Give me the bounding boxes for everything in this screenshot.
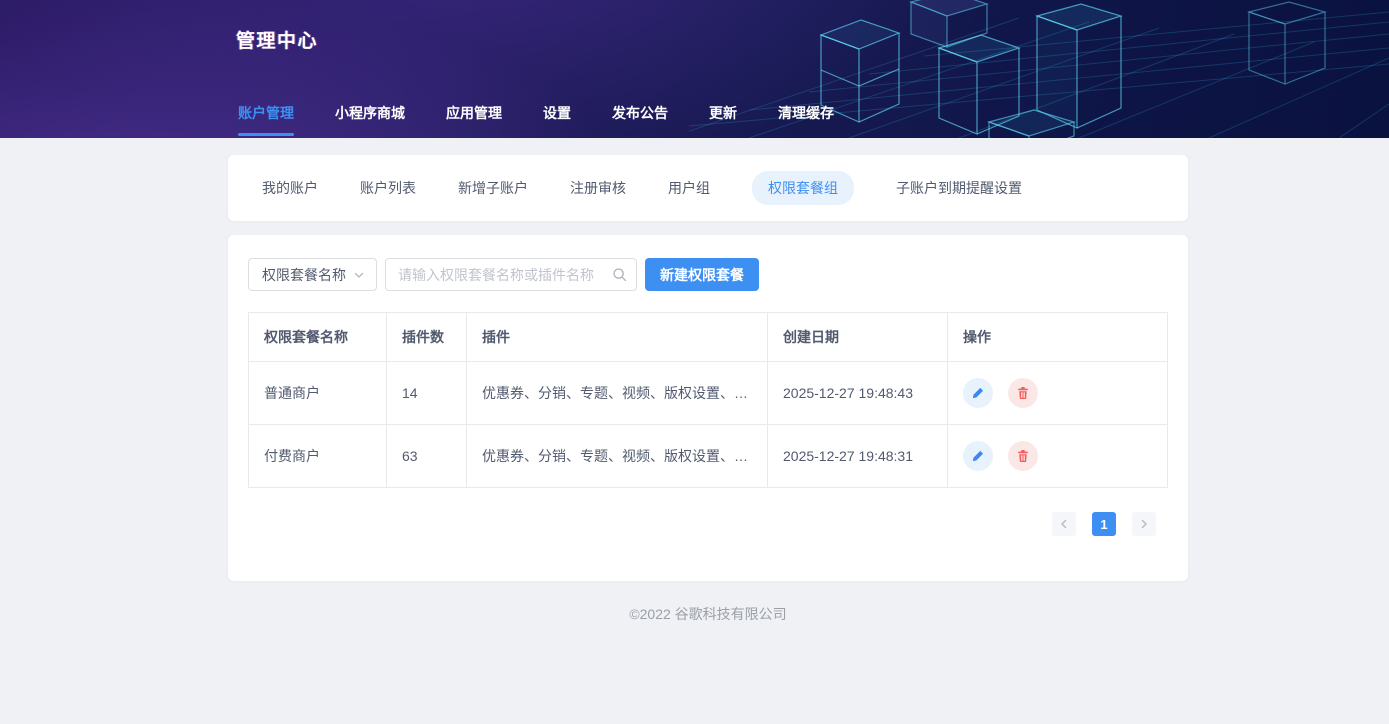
edit-button[interactable] (963, 441, 993, 471)
edit-icon (971, 449, 985, 463)
search-field-select-value: 权限套餐名称 (262, 265, 346, 285)
cell-plugin-count: 63 (387, 425, 467, 488)
nav-item-settings[interactable]: 设置 (543, 103, 571, 136)
nav-item-announcement[interactable]: 发布公告 (612, 103, 668, 136)
subnav-item-my-account[interactable]: 我的账户 (262, 178, 318, 198)
permission-package-panel: 权限套餐名称 新建权限套餐 权限套餐名称 插件数 插件 (228, 235, 1188, 581)
cube-far-right (1249, 2, 1325, 84)
nav-item-account-management[interactable]: 账户管理 (238, 103, 294, 136)
page-title: 管理中心 (236, 26, 318, 53)
search-input[interactable] (385, 258, 637, 291)
chevron-down-icon (353, 269, 365, 281)
column-header-created-date: 创建日期 (768, 313, 948, 362)
column-header-plugin-count: 插件数 (387, 313, 467, 362)
cell-package-name: 普通商户 (249, 362, 387, 425)
permission-package-table: 权限套餐名称 插件数 插件 创建日期 操作 普通商户 14 优惠券、分销、专题、… (248, 312, 1168, 488)
pagination: 1 (248, 512, 1156, 536)
subnav-item-user-group[interactable]: 用户组 (668, 178, 710, 198)
cube-small-top (911, 0, 987, 47)
subnav-item-add-subaccount[interactable]: 新增子账户 (458, 178, 528, 198)
cell-package-name: 付费商户 (249, 425, 387, 488)
pagination-page-1[interactable]: 1 (1092, 512, 1116, 536)
search-icon[interactable] (612, 267, 627, 282)
search-box (385, 258, 637, 291)
secondary-nav: 我的账户 账户列表 新增子账户 注册审核 用户组 权限套餐组 子账户到期提醒设置 (228, 155, 1188, 221)
delete-button[interactable] (1008, 441, 1038, 471)
column-header-plugins: 插件 (467, 313, 768, 362)
copyright-text: ©2022 谷歌科技有限公司 (228, 604, 1188, 624)
subnav-item-subaccount-expiry-reminder[interactable]: 子账户到期提醒设置 (896, 178, 1022, 198)
nav-item-update[interactable]: 更新 (709, 103, 737, 136)
nav-item-miniprogram-mall[interactable]: 小程序商城 (335, 103, 405, 136)
search-field-select[interactable]: 权限套餐名称 (248, 258, 377, 291)
edit-icon (971, 386, 985, 400)
cube-mid (939, 35, 1019, 134)
subnav-item-permission-package-group[interactable]: 权限套餐组 (752, 171, 854, 205)
cell-actions (948, 362, 1168, 425)
table-header-row: 权限套餐名称 插件数 插件 创建日期 操作 (249, 313, 1168, 362)
trash-icon (1016, 386, 1030, 400)
pagination-next-button[interactable] (1132, 512, 1156, 536)
nav-item-clear-cache[interactable]: 清理缓存 (778, 103, 834, 136)
subnav-item-registration-review[interactable]: 注册审核 (570, 178, 626, 198)
cell-plugins: 优惠券、分销、专题、视频、版权设置、… (467, 362, 768, 425)
delete-button[interactable] (1008, 378, 1038, 408)
primary-nav: 账户管理 小程序商城 应用管理 设置 发布公告 更新 清理缓存 (238, 103, 834, 136)
table-row: 普通商户 14 优惠券、分销、专题、视频、版权设置、… 2025-12-27 1… (249, 362, 1168, 425)
header-banner: 管理中心 账户管理 小程序商城 应用管理 设置 发布公告 更新 清理缓存 (0, 0, 1389, 138)
cell-created-date: 2025-12-27 19:48:31 (768, 425, 948, 488)
pagination-prev-button[interactable] (1052, 512, 1076, 536)
table-row: 付费商户 63 优惠券、分销、专题、视频、版权设置、… 2025-12-27 1… (249, 425, 1168, 488)
cell-plugins: 优惠券、分销、专题、视频、版权设置、… (467, 425, 768, 488)
subnav-item-account-list[interactable]: 账户列表 (360, 178, 416, 198)
create-permission-package-button[interactable]: 新建权限套餐 (645, 258, 759, 291)
cell-actions (948, 425, 1168, 488)
chevron-left-icon (1059, 519, 1069, 529)
nav-item-app-management[interactable]: 应用管理 (446, 103, 502, 136)
filter-toolbar: 权限套餐名称 新建权限套餐 (248, 258, 1168, 291)
cube-low-front (989, 110, 1074, 138)
trash-icon (1016, 449, 1030, 463)
edit-button[interactable] (963, 378, 993, 408)
column-header-package-name: 权限套餐名称 (249, 313, 387, 362)
cube-tall-right (1037, 4, 1121, 128)
cell-created-date: 2025-12-27 19:48:43 (768, 362, 948, 425)
chevron-right-icon (1139, 519, 1149, 529)
column-header-actions: 操作 (948, 313, 1168, 362)
cell-plugin-count: 14 (387, 362, 467, 425)
